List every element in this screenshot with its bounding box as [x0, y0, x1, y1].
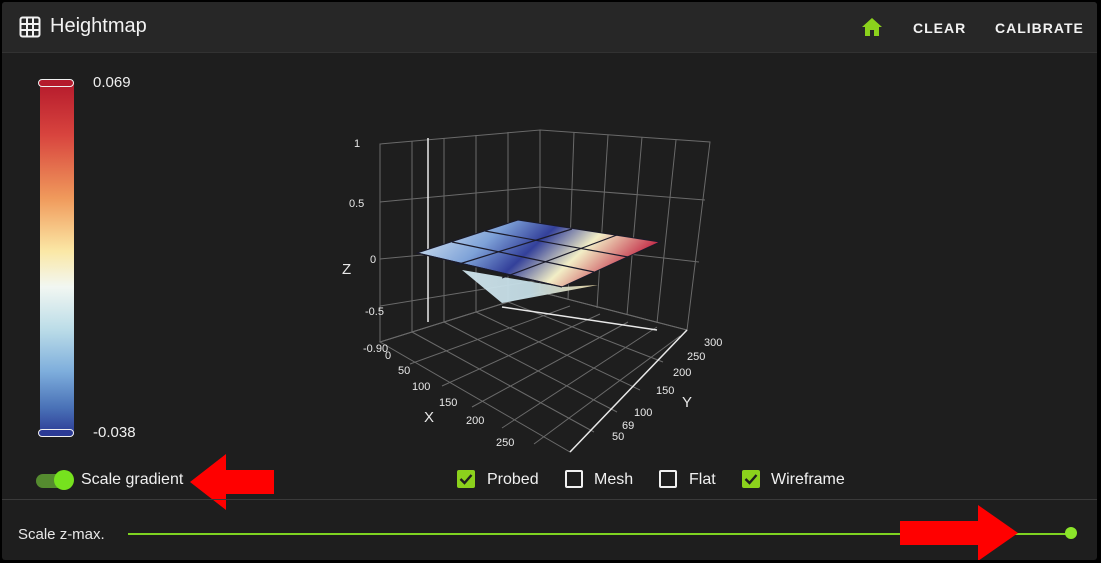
mesh-label: Mesh	[594, 471, 634, 488]
scale-gradient-label: Scale gradient	[81, 471, 184, 488]
z-axis-label: Z	[342, 261, 351, 278]
y-tick: 200	[673, 367, 691, 379]
color-scale-max-label: 0.069	[93, 74, 131, 91]
color-scale-min-label: -0.038	[93, 424, 136, 441]
x-tick: 150	[439, 397, 457, 409]
y-tick: 150	[656, 385, 674, 397]
z-tick: 0.5	[349, 198, 364, 210]
y-tick: 50	[612, 431, 624, 443]
plot-axis-lines	[427, 138, 688, 453]
y-tick: 69	[622, 420, 634, 432]
scale-zmax-label: Scale z-max.	[18, 526, 105, 543]
clear-button[interactable]: CLEAR	[913, 20, 966, 36]
mesh-checkbox[interactable]	[565, 470, 583, 488]
color-scale-min-cap	[38, 429, 74, 437]
y-axis-label: Y	[682, 394, 692, 411]
x-tick: 50	[398, 365, 410, 377]
probed-label: Probed	[487, 471, 539, 488]
card-header: Heightmap CLEAR CALIBRATE	[2, 2, 1097, 53]
x-tick: 250	[496, 437, 514, 449]
color-scale-bar	[40, 82, 74, 435]
x-tick: 100	[412, 381, 430, 393]
page-title: Heightmap	[50, 15, 147, 37]
flat-checkbox[interactable]	[659, 470, 677, 488]
toggle-knob	[54, 470, 74, 490]
divider	[2, 499, 1097, 500]
check-icon	[459, 474, 473, 485]
scale-zmax-slider-thumb[interactable]	[1065, 527, 1077, 539]
grid-icon	[19, 16, 41, 38]
annotation-arrow-left-icon	[190, 454, 274, 510]
z-tick: 0	[385, 350, 391, 362]
z-tick: 0	[370, 254, 376, 266]
check-icon	[744, 474, 758, 485]
scale-gradient-toggle[interactable]	[36, 469, 76, 491]
z-tick: -0.5	[365, 306, 384, 318]
flat-label: Flat	[689, 471, 716, 488]
heightmap-3d-plot[interactable]: 1 0.5 0 -0.5 -0.90 0 Z 50 100 150 200 25…	[332, 122, 732, 462]
y-tick: 250	[687, 351, 705, 363]
wireframe-checkbox[interactable]	[742, 470, 760, 488]
z-tick: 1	[354, 138, 360, 150]
calibrate-button[interactable]: CALIBRATE	[995, 20, 1084, 36]
color-scale-max-cap	[38, 79, 74, 87]
probed-checkbox[interactable]	[457, 470, 475, 488]
y-tick: 100	[634, 407, 652, 419]
heightmap-surface-back	[415, 219, 662, 288]
y-tick: 300	[704, 337, 722, 349]
wireframe-label: Wireframe	[771, 471, 845, 488]
annotation-arrow-right-icon	[900, 505, 1018, 560]
x-axis-label: X	[424, 409, 434, 426]
home-icon[interactable]	[859, 15, 885, 39]
x-tick: 200	[466, 415, 484, 427]
heightmap-card: Heightmap CLEAR CALIBRATE 0.069 -0.038 1…	[2, 2, 1097, 560]
